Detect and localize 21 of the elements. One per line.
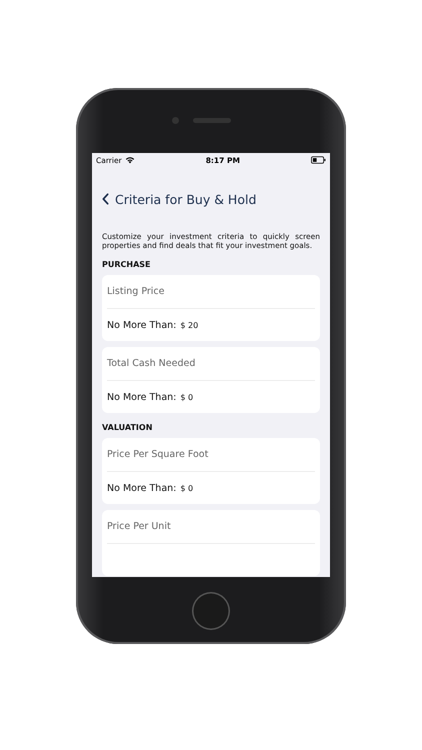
criteria-card[interactable]: Total Cash Needed No More Than: $ 0 bbox=[102, 347, 320, 413]
condition-label: No More Than: bbox=[107, 482, 176, 494]
speaker-icon bbox=[192, 118, 230, 123]
criteria-label: Price Per Square Foot bbox=[107, 448, 210, 462]
battery-icon bbox=[310, 156, 326, 164]
wifi-icon bbox=[124, 156, 135, 164]
criteria-card[interactable]: Listing Price No More Than: $ 20 bbox=[102, 275, 320, 341]
section-header: PURCHASE bbox=[102, 260, 152, 269]
condition-label: No More Than: bbox=[107, 392, 176, 402]
screen-title: Criteria for Buy & Hold bbox=[115, 192, 256, 206]
criteria-card[interactable]: Price Per Square Foot No More Than: $ 0 bbox=[102, 438, 320, 504]
value-field[interactable]: $ 0 bbox=[180, 392, 194, 402]
criteria-card[interactable]: Price Per Unit bbox=[102, 510, 320, 576]
criteria-label: Listing Price bbox=[107, 285, 166, 299]
criteria-label: Price Per Unit bbox=[107, 520, 172, 534]
section-header: VALUATION bbox=[102, 423, 154, 432]
back-icon[interactable] bbox=[102, 193, 109, 205]
condition-label: No More Than: bbox=[107, 320, 176, 330]
criteria-label: Total Cash Needed bbox=[107, 357, 196, 371]
value-field[interactable]: $ 0 bbox=[180, 484, 194, 492]
value-field[interactable]: $ 20 bbox=[180, 320, 198, 330]
